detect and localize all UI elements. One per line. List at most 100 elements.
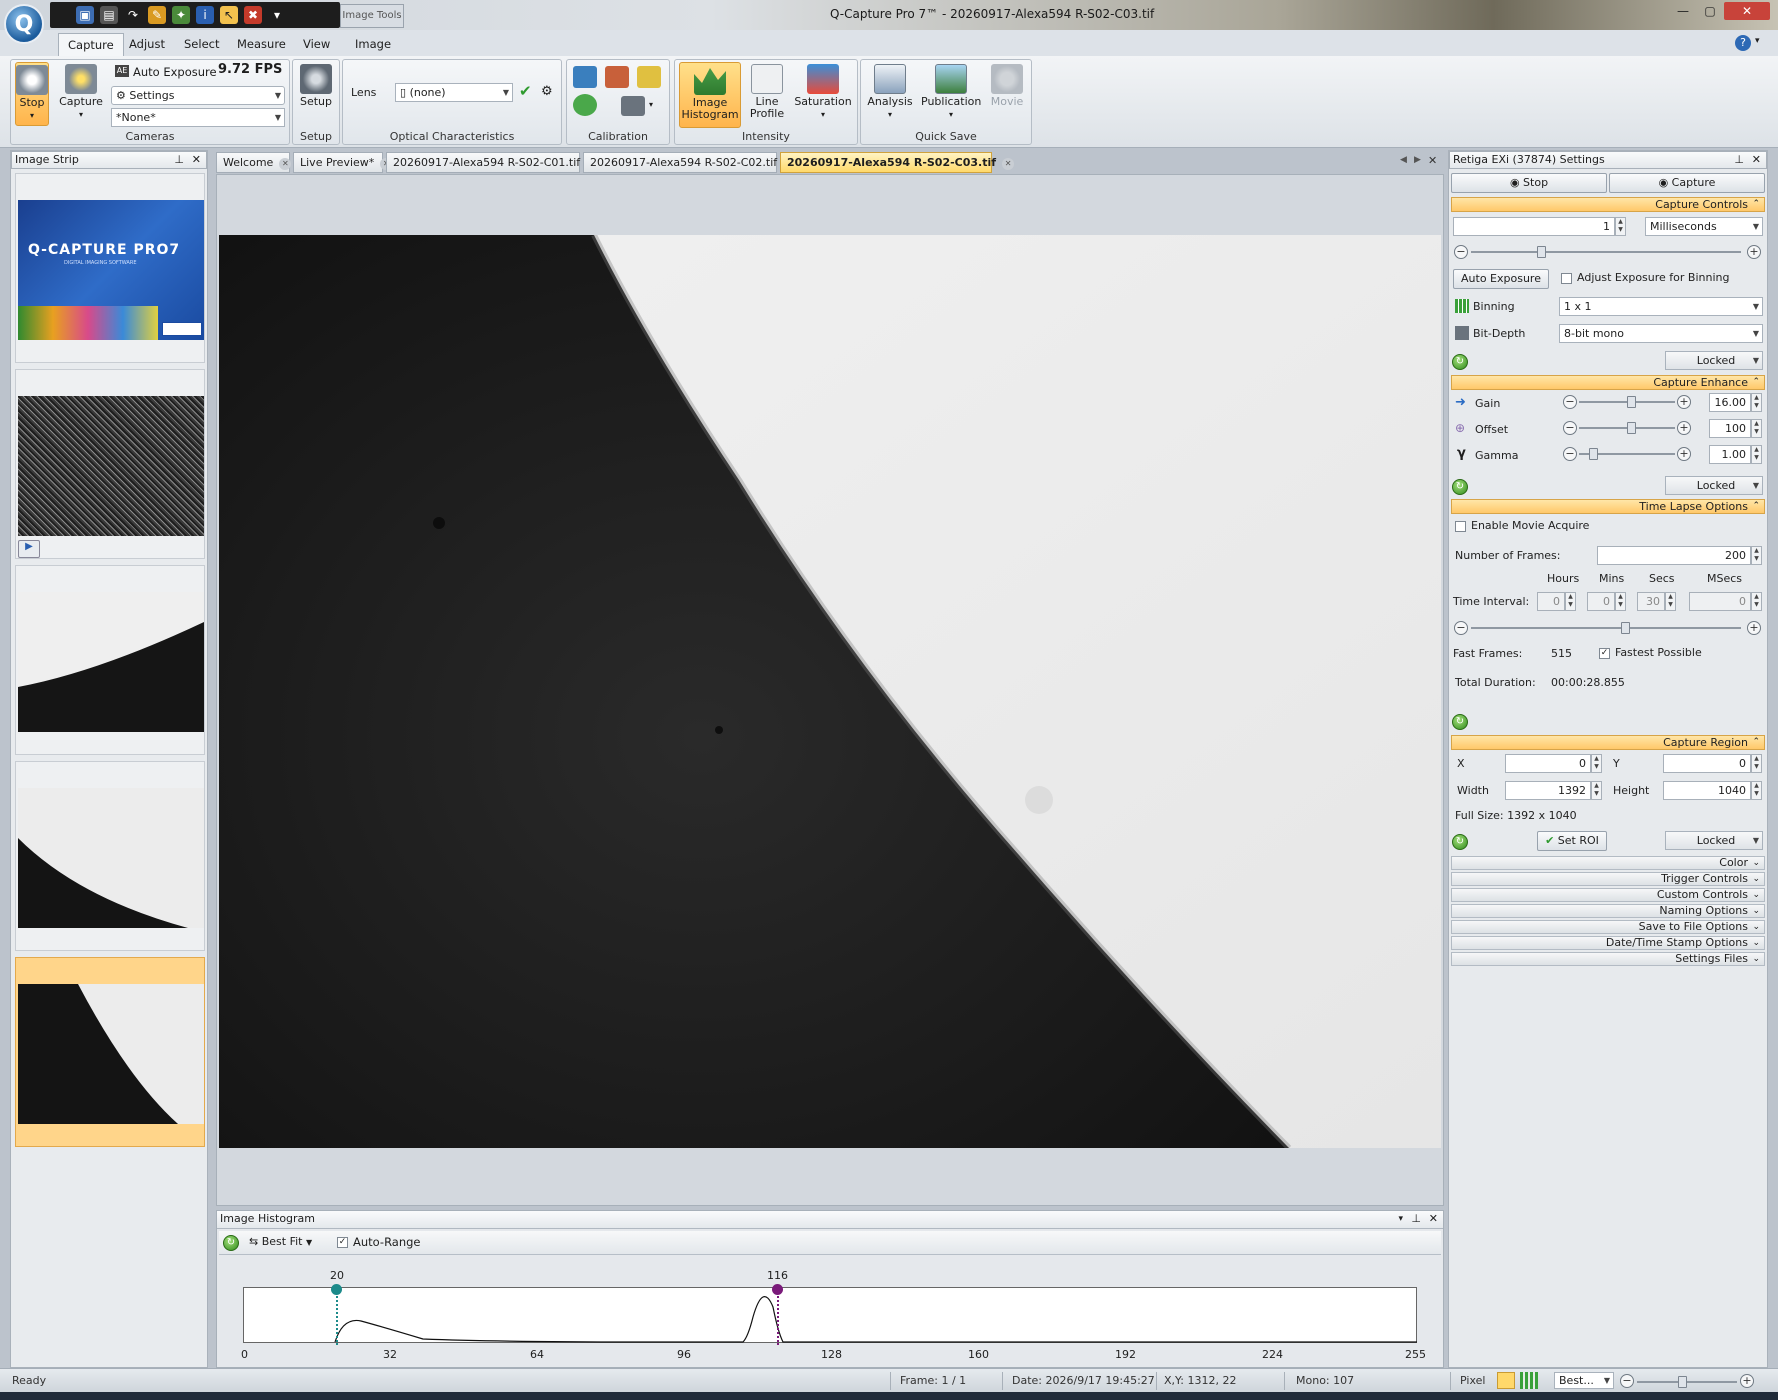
exposure-slider-track[interactable] bbox=[1471, 251, 1741, 253]
best-fit-dropdown[interactable]: ⇆ Best Fit ▼ bbox=[249, 1235, 312, 1248]
zoom-in-icon[interactable]: + bbox=[1740, 1374, 1754, 1388]
exposure-increase-icon[interactable]: + bbox=[1747, 245, 1761, 259]
save-icon[interactable]: ▣ bbox=[76, 6, 94, 24]
exposure-unit-dropdown[interactable]: Milliseconds ▼ bbox=[1645, 217, 1763, 236]
exposure-decrease-icon[interactable]: − bbox=[1454, 245, 1468, 259]
image-histogram-button[interactable]: Image Histogram bbox=[679, 62, 741, 128]
ribbon-options-icon[interactable]: ▾ bbox=[1755, 36, 1760, 46]
low-marker-line[interactable] bbox=[336, 1289, 338, 1345]
gain-input[interactable]: 16.00 bbox=[1709, 393, 1751, 412]
roi-y-spinner[interactable]: ▲ ▼ bbox=[1751, 754, 1762, 773]
live-preview-camera-icon[interactable]: ▶ bbox=[18, 540, 40, 558]
histogram-menu-icon[interactable]: ▾ bbox=[1398, 1211, 1403, 1227]
pin-icon[interactable]: ⊥ bbox=[174, 152, 184, 168]
doc-tab-welcome[interactable]: Welcome ✕ bbox=[216, 152, 292, 173]
offset-decrease-icon[interactable]: − bbox=[1563, 421, 1577, 435]
zoom-dropdown[interactable]: Best... ▼ bbox=[1554, 1372, 1614, 1389]
section-settings-files[interactable]: Settings Files ⌄ bbox=[1451, 952, 1765, 966]
lens-dropdown[interactable]: ▯ (none) ▼ bbox=[395, 83, 513, 102]
roi-x-input[interactable]: 0 bbox=[1505, 754, 1591, 773]
fastest-possible-checkbox[interactable]: ✓ bbox=[1599, 648, 1610, 659]
auto-exposure-button[interactable]: Auto Exposure bbox=[133, 65, 217, 79]
section-date-time-stamp-options[interactable]: Date/Time Stamp Options ⌄ bbox=[1451, 936, 1765, 950]
high-marker-handle[interactable] bbox=[772, 1284, 783, 1295]
flat-field-icon[interactable] bbox=[605, 66, 629, 88]
section-capture-enhance[interactable]: Capture Enhance ⌃ bbox=[1451, 375, 1765, 390]
doc-tab-c01[interactable]: 20260917-Alexa594 R-S02-C01.tif✕ bbox=[386, 152, 599, 173]
stop-button[interactable]: Stop ▾ bbox=[15, 62, 49, 126]
settings-stop-button[interactable]: ◉ Stop bbox=[1451, 173, 1607, 193]
camera-calibration-icon[interactable] bbox=[621, 96, 645, 116]
hours-input[interactable]: 0 bbox=[1537, 592, 1565, 611]
time-lapse-reset-icon[interactable]: ↻ bbox=[1452, 714, 1468, 730]
zoom-out-icon[interactable]: − bbox=[1620, 1374, 1634, 1388]
help-icon[interactable]: ? bbox=[1735, 35, 1751, 51]
auto-exposure-panel-button[interactable]: Auto Exposure bbox=[1453, 269, 1549, 289]
close-tab-icon[interactable]: ✕ bbox=[279, 158, 292, 170]
interval-increase-icon[interactable]: + bbox=[1747, 621, 1761, 635]
gamma-increase-icon[interactable]: + bbox=[1677, 447, 1691, 461]
capture-enhance-locked-dropdown[interactable]: Locked ▼ bbox=[1665, 476, 1763, 495]
open-icon[interactable]: ▤ bbox=[100, 6, 118, 24]
minimize-button[interactable]: — bbox=[1670, 2, 1696, 20]
gamma-decrease-icon[interactable]: − bbox=[1563, 447, 1577, 461]
histogram-refresh-icon[interactable]: ↻ bbox=[223, 1235, 239, 1251]
thumbnail-c03-selected[interactable] bbox=[15, 957, 205, 1147]
adjust-binning-checkbox[interactable] bbox=[1561, 273, 1572, 284]
setup-button[interactable]: Setup bbox=[297, 62, 335, 126]
thumbnail-live-preview[interactable]: ▶ bbox=[15, 369, 205, 559]
gain-slider-knob[interactable] bbox=[1627, 396, 1636, 408]
histogram-close-icon[interactable]: ✕ bbox=[1429, 1211, 1438, 1227]
section-capture-controls[interactable]: Capture Controls ⌃ bbox=[1451, 197, 1765, 212]
view-grid-icon[interactable] bbox=[1520, 1372, 1538, 1389]
saturation-button[interactable]: Saturation ▾ bbox=[793, 62, 853, 126]
gain-spinner[interactable]: ▲ ▼ bbox=[1751, 393, 1762, 412]
pointer-icon[interactable]: ↖ bbox=[220, 6, 238, 24]
high-marker-line[interactable] bbox=[777, 1289, 779, 1345]
calibration-dropdown-icon[interactable]: ▾ bbox=[649, 100, 653, 109]
offset-input[interactable]: 100 bbox=[1709, 419, 1751, 438]
pencil-icon[interactable]: ✎ bbox=[148, 6, 166, 24]
lens-settings-icon[interactable]: ⚙ bbox=[541, 84, 553, 99]
roi-y-input[interactable]: 0 bbox=[1663, 754, 1751, 773]
binning-dropdown[interactable]: 1 x 1 ▼ bbox=[1559, 297, 1763, 316]
settings-close-icon[interactable]: ✕ bbox=[1752, 152, 1761, 168]
tab-select[interactable]: Select bbox=[175, 33, 228, 56]
section-capture-region[interactable]: Capture Region ⌃ bbox=[1451, 735, 1765, 750]
gamma-input[interactable]: 1.00 bbox=[1709, 445, 1751, 464]
gamma-slider-knob[interactable] bbox=[1589, 448, 1598, 460]
capture-controls-locked-dropdown[interactable]: Locked ▼ bbox=[1665, 351, 1763, 370]
doc-tab-c03[interactable]: 20260917-Alexa594 R-S02-C03.tif ✕ bbox=[780, 152, 1015, 173]
close-document-icon[interactable]: ✕ bbox=[1428, 154, 1437, 167]
tab-view[interactable]: View bbox=[294, 33, 339, 56]
interval-decrease-icon[interactable]: − bbox=[1454, 621, 1468, 635]
customize-dropdown-icon[interactable]: ▾ bbox=[268, 6, 286, 24]
set-roi-button[interactable]: ✔ Set ROI bbox=[1537, 831, 1607, 851]
offset-spinner[interactable]: ▲ ▼ bbox=[1751, 419, 1762, 438]
preset-dropdown[interactable]: *None* ▼ bbox=[111, 108, 285, 127]
thumbnail-c01[interactable] bbox=[15, 565, 205, 755]
settings-pin-icon[interactable]: ⊥ bbox=[1734, 152, 1744, 168]
section-color[interactable]: Color ⌄ bbox=[1451, 856, 1765, 870]
roi-x-spinner[interactable]: ▲ ▼ bbox=[1591, 754, 1602, 773]
offset-slider-knob[interactable] bbox=[1627, 422, 1636, 434]
section-save-to-file-options[interactable]: Save to File Options ⌄ bbox=[1451, 920, 1765, 934]
hours-spinner[interactable]: ▲ ▼ bbox=[1565, 592, 1576, 611]
thumbnail-splash[interactable]: Q-CAPTURE PRO7 DIGITAL IMAGING SOFTWARE bbox=[15, 173, 205, 363]
exposure-input[interactable]: 1 bbox=[1453, 217, 1615, 236]
tab-measure[interactable]: Measure bbox=[228, 33, 295, 56]
mins-spinner[interactable]: ▲ ▼ bbox=[1615, 592, 1626, 611]
redo-icon[interactable]: ↷ bbox=[124, 6, 142, 24]
movie-button[interactable]: Movie bbox=[987, 62, 1027, 126]
section-time-lapse[interactable]: Time Lapse Options ⌃ bbox=[1451, 499, 1765, 514]
analysis-button[interactable]: Analysis ▾ bbox=[865, 62, 915, 126]
info-icon[interactable]: i bbox=[196, 6, 214, 24]
bit-depth-dropdown[interactable]: 8-bit mono ▼ bbox=[1559, 324, 1763, 343]
interval-slider-knob[interactable] bbox=[1621, 622, 1630, 634]
section-custom-controls[interactable]: Custom Controls ⌄ bbox=[1451, 888, 1765, 902]
capture-region-locked-dropdown[interactable]: Locked ▼ bbox=[1665, 831, 1763, 850]
line-profile-button[interactable]: Line Profile bbox=[745, 62, 789, 126]
enable-movie-checkbox[interactable] bbox=[1455, 521, 1466, 532]
gamma-spinner[interactable]: ▲ ▼ bbox=[1751, 445, 1762, 464]
settings-dropdown[interactable]: ⚙ Settings ▼ bbox=[111, 86, 285, 105]
